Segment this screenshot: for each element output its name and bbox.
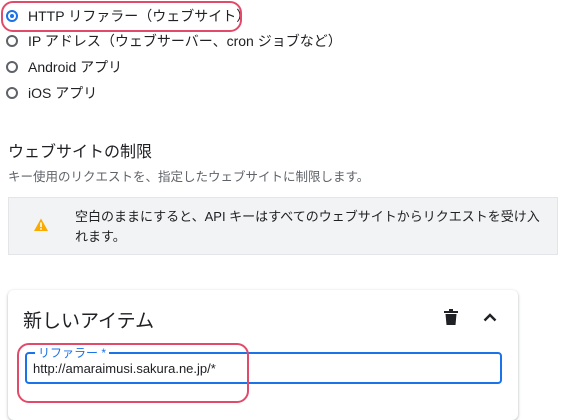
- section-title: ウェブサイトの制限: [8, 144, 153, 161]
- new-item-card: 新しいアイテム リファラー *: [8, 290, 518, 420]
- radio-button-android[interactable]: [6, 61, 18, 73]
- collapse-item-button[interactable]: [479, 306, 501, 328]
- trash-icon: [444, 309, 458, 325]
- radio-option-android[interactable]: Android アプリ: [6, 56, 122, 78]
- chevron-up-icon: [483, 313, 497, 322]
- radio-label-ip-address: IP アドレス（ウェブサーバー、cron ジョブなど）: [28, 33, 342, 49]
- new-item-title: 新しいアイテム: [23, 311, 155, 332]
- radio-option-ip-address[interactable]: IP アドレス（ウェブサーバー、cron ジョブなど）: [6, 30, 342, 52]
- radio-label-ios: iOS アプリ: [28, 85, 98, 101]
- radio-button-ios[interactable]: [6, 87, 18, 99]
- delete-item-button[interactable]: [440, 306, 462, 328]
- radio-option-http-referrer[interactable]: HTTP リファラー（ウェブサイト）: [6, 5, 250, 27]
- referrer-field[interactable]: リファラー *: [25, 344, 502, 384]
- radio-button-http-referrer[interactable]: [6, 10, 18, 22]
- warning-text: 空白のままにすると、API キーはすべてのウェブサイトからリクエストを受け入れま…: [75, 209, 540, 244]
- referrer-input[interactable]: [33, 358, 473, 378]
- radio-option-ios[interactable]: iOS アプリ: [6, 82, 97, 104]
- section-description: キー使用のリクエストを、指定したウェブサイトに制限します。: [8, 170, 370, 184]
- radio-label-http-referrer: HTTP リファラー（ウェブサイト）: [28, 8, 251, 24]
- warning-notice: 空白のままにすると、API キーはすべてのウェブサイトからリクエストを受け入れま…: [8, 197, 558, 255]
- radio-label-android: Android アプリ: [28, 59, 123, 75]
- radio-button-ip-address[interactable]: [6, 35, 18, 47]
- warning-icon: [34, 218, 48, 231]
